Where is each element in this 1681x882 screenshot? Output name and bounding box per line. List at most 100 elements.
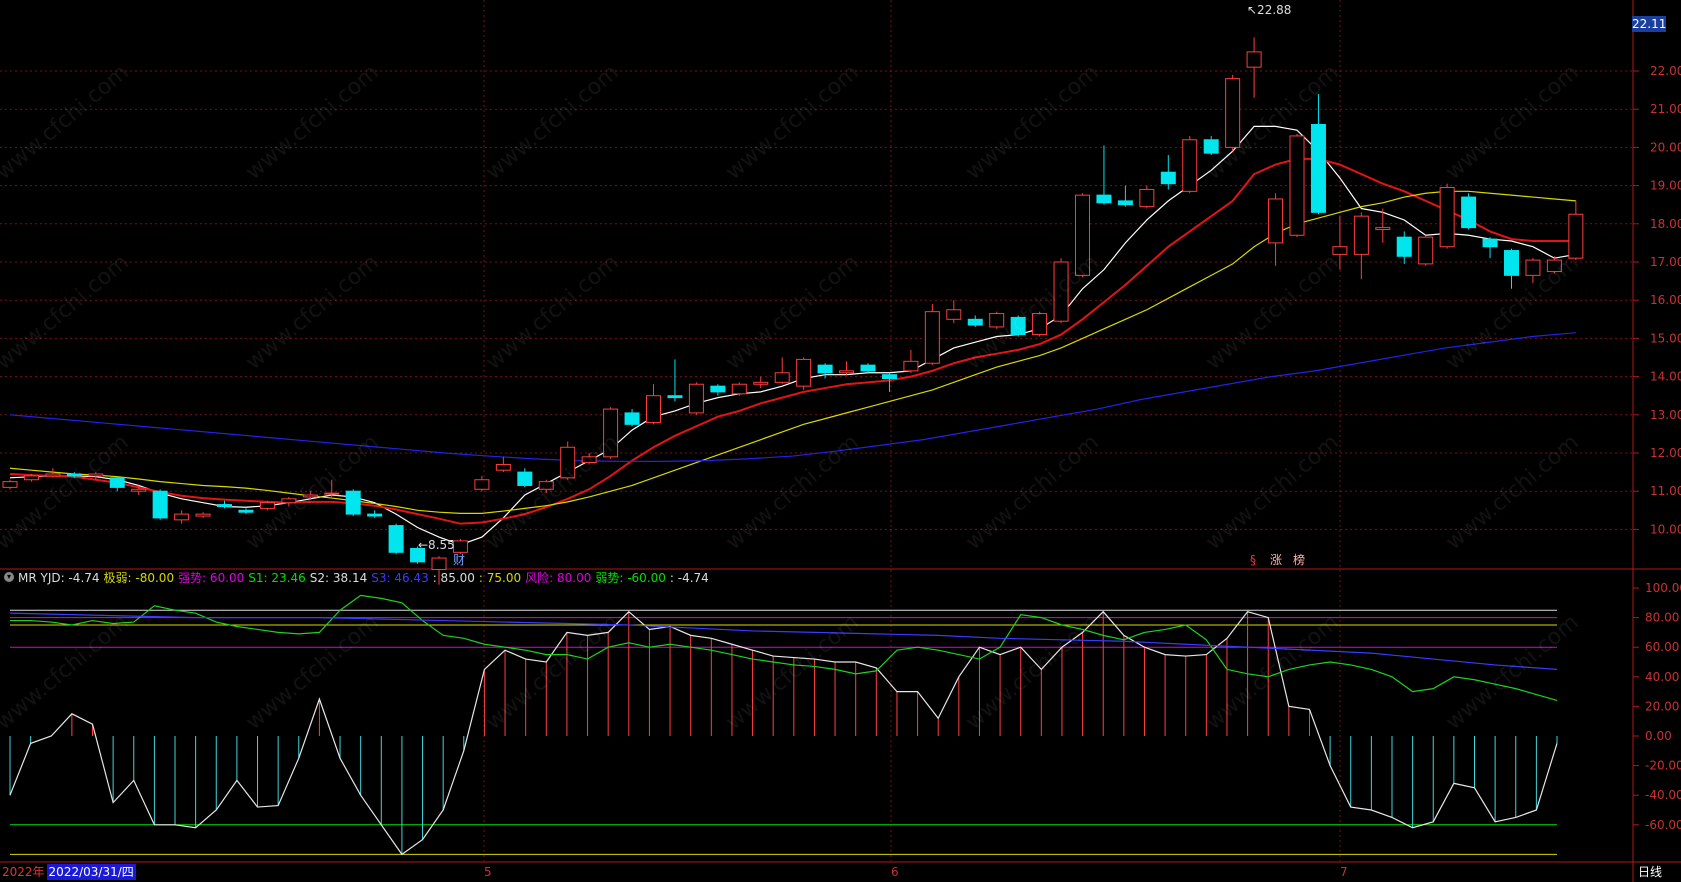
candle-body <box>45 473 61 477</box>
candle-body <box>1032 313 1048 336</box>
legend-item: S1: 23.46 <box>248 570 306 585</box>
candle-body <box>924 311 940 364</box>
candle-body <box>259 502 275 509</box>
indicator-tick-label: 80.00 <box>1645 611 1679 625</box>
candle-down <box>860 363 876 373</box>
candle-body <box>324 492 340 495</box>
legend-item: : 75.00 <box>478 570 522 585</box>
price-tick-label: 16.00 <box>1650 293 1681 307</box>
current-price-box: 22.11 <box>1632 16 1667 32</box>
indicator-tick-label: 20.00 <box>1645 699 1679 713</box>
candle-body <box>710 385 726 393</box>
candle-body <box>88 473 104 477</box>
moving-average-line <box>9 125 1576 546</box>
candle-body <box>1268 198 1284 244</box>
candle-up <box>452 538 468 555</box>
candle-up <box>1546 256 1562 274</box>
candle-down <box>388 523 404 555</box>
s3-line <box>9 612 1558 670</box>
moving-average-line <box>9 332 1576 463</box>
candle-up <box>259 500 275 511</box>
candle-body <box>174 513 190 521</box>
low-annotation: ←8.55 <box>418 538 455 552</box>
candle-body <box>2 481 18 488</box>
candle-body <box>667 395 683 399</box>
candle-down <box>1010 315 1026 337</box>
month-label: 6 <box>891 865 899 879</box>
candle-body <box>345 490 361 515</box>
mr-line <box>9 610 1558 856</box>
candle-up <box>731 382 747 396</box>
price-tick-label: 19.00 <box>1650 179 1681 193</box>
candle-body <box>603 408 619 458</box>
candle-body <box>1010 316 1026 336</box>
candle-body <box>23 475 39 481</box>
legend-item: S3: 46.43 <box>371 570 429 585</box>
candle-up <box>495 456 511 473</box>
candle-up <box>1053 258 1069 324</box>
price-tick-label: 22.00 <box>1650 64 1681 78</box>
candle-up <box>195 512 211 518</box>
indicator-legend: ▾ MR YJD: -4.74 极弱: -80.00 强势: 60.00 S1: 23… <box>4 569 717 585</box>
candle-down <box>1310 93 1326 215</box>
stock-chart[interactable]: 22.00 21.00 20.00 19.00 18.00 17.00 16.00 15.00… <box>0 0 1681 882</box>
candle-up <box>1268 193 1284 266</box>
legend-item: 弱势: -60.00 <box>595 570 666 585</box>
candle-body <box>1396 236 1412 257</box>
s1-line <box>10 594 1558 702</box>
price-tick-label: 21.00 <box>1650 102 1681 116</box>
candle-body <box>1096 194 1112 204</box>
legend-item: S2: 38.14 <box>309 570 368 585</box>
candle-body <box>109 477 125 488</box>
candle-up <box>281 496 297 507</box>
candle-down <box>238 508 254 515</box>
candle-body <box>1482 238 1498 248</box>
indicator-tick-label: 100.00 <box>1645 581 1681 595</box>
candle-up <box>581 453 597 465</box>
candle-up <box>560 441 576 480</box>
price-tick-label: 10.00 <box>1650 522 1681 536</box>
candle-body <box>131 488 147 492</box>
candle-up <box>903 349 919 373</box>
candle-down <box>367 510 383 518</box>
candle-body <box>1139 188 1155 208</box>
price-tick-label: 12.00 <box>1650 446 1681 460</box>
legend-item: : -4.74 <box>669 570 709 585</box>
candle-body <box>903 360 919 372</box>
legend-item: : 85.00 <box>432 570 475 585</box>
candle-up <box>1525 258 1541 284</box>
candle-body <box>1332 246 1348 255</box>
legend-item: 极弱: -80.00 <box>103 570 175 585</box>
candle-up <box>2 479 18 490</box>
candle-body <box>1418 236 1434 265</box>
candle-body <box>1568 213 1584 259</box>
candle-body <box>66 473 82 477</box>
candle-body <box>1439 187 1455 248</box>
candle-body <box>452 540 468 553</box>
candle-down <box>667 359 683 402</box>
candle-body <box>1160 171 1176 185</box>
gear-icon[interactable]: ▾ <box>4 572 14 582</box>
candle-body <box>1289 135 1305 236</box>
candle-body <box>796 358 812 387</box>
price-tick-label: 13.00 <box>1650 408 1681 422</box>
candle-body <box>1353 215 1369 255</box>
candle-up <box>1418 235 1434 266</box>
indicator-tick-label: -40.00 <box>1645 788 1681 802</box>
candle-up <box>646 384 661 425</box>
candle-up <box>774 357 790 385</box>
candle-body <box>946 309 962 320</box>
candle-body <box>624 412 640 425</box>
candle-up <box>989 311 1005 329</box>
candle-body <box>281 498 297 504</box>
candle-up <box>1353 212 1369 280</box>
candle-body <box>495 463 511 471</box>
candle-down <box>1203 135 1219 156</box>
period-label[interactable]: 日线 <box>1638 864 1662 880</box>
moving-average-line <box>9 190 1576 514</box>
price-tick-label: 18.00 <box>1650 217 1681 231</box>
candle-body <box>1546 259 1562 273</box>
candle-up <box>839 361 855 375</box>
candle-up <box>946 300 962 324</box>
candle-body <box>152 490 168 519</box>
